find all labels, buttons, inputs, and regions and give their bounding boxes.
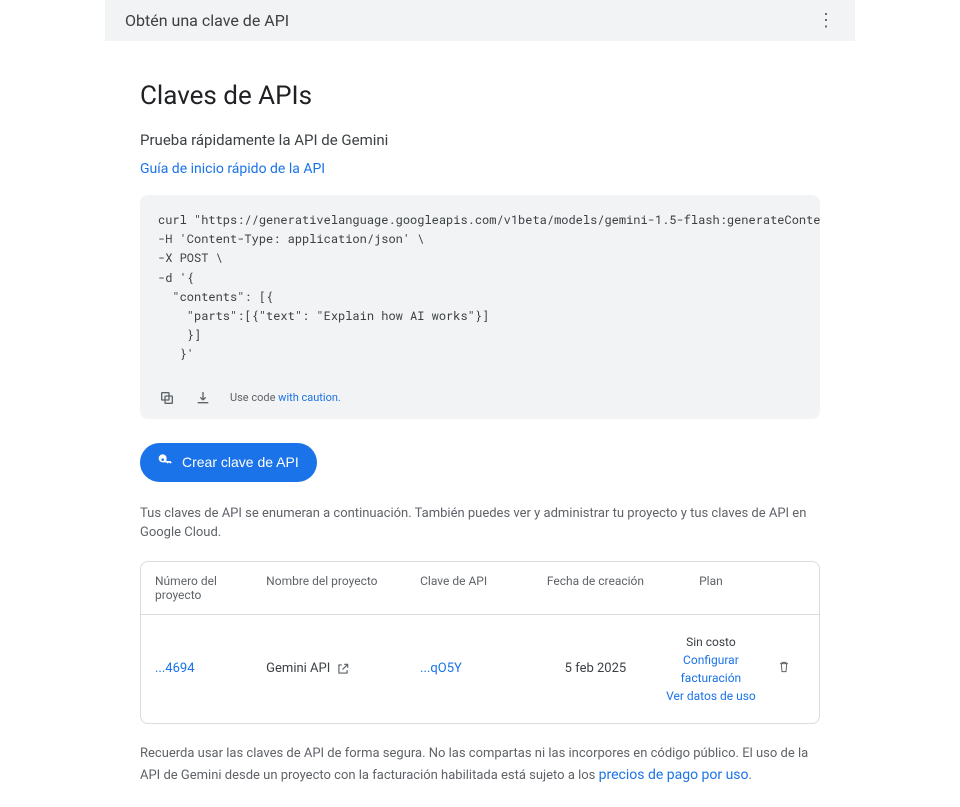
project-name-cell: Gemini API [266,661,420,676]
quickstart-link[interactable]: Guía de inicio rápido de la API [140,161,325,177]
th-created: Fecha de creación [531,574,659,602]
delete-icon[interactable] [762,659,805,679]
header-bar: Obtén una clave de API ⋮ [105,0,855,41]
external-link-icon[interactable] [336,662,350,676]
download-icon[interactable] [194,389,212,407]
header-title: Obtén una clave de API [125,11,289,30]
create-button-label: Crear clave de API [182,454,299,470]
code-block: curl "https://generativelanguage.googlea… [140,195,820,419]
th-plan: Plan [660,574,763,602]
th-api-key: Clave de API [420,574,531,602]
footer-note: Recuerda usar las claves de API de forma… [140,744,820,788]
created-date: 5 feb 2025 [531,661,659,676]
code-content: curl "https://generativelanguage.googlea… [140,195,820,381]
th-project-num: Número del proyecto [155,574,266,602]
caution-link[interactable]: with caution. [278,391,341,404]
page-title: Claves de APIs [140,81,820,111]
keys-description: Tus claves de API se enumeran a continua… [140,504,820,543]
th-project-name: Nombre del proyecto [266,574,420,602]
plan-cell: Sin costo Configurar facturación Ver dat… [660,633,763,705]
plan-free-label: Sin costo [660,633,763,651]
main-content: Claves de APIs Prueba rápidamente la API… [0,41,960,807]
table-row: ...4694 Gemini API ...qO5Y 5 feb 2025 Si… [141,615,819,723]
table-header: Número del proyecto Nombre del proyecto … [141,562,819,615]
copy-icon[interactable] [158,389,176,407]
api-key-link[interactable]: ...qO5Y [420,661,531,676]
more-menu-icon[interactable]: ⋮ [817,10,835,31]
page-subtitle: Prueba rápidamente la API de Gemini [140,131,820,149]
usage-data-link[interactable]: Ver datos de uso [660,687,763,705]
project-name-label: Gemini API [266,661,330,676]
key-icon [158,453,174,472]
configure-billing-link[interactable]: Configurar facturación [660,651,763,687]
create-api-key-button[interactable]: Crear clave de API [140,443,317,482]
project-number-link[interactable]: ...4694 [155,661,266,676]
pricing-link[interactable]: precios de pago por uso [599,767,749,783]
caution-text: Use code with caution. [230,391,341,404]
api-keys-table: Número del proyecto Nombre del proyecto … [140,561,820,724]
code-footer: Use code with caution. [140,381,820,419]
